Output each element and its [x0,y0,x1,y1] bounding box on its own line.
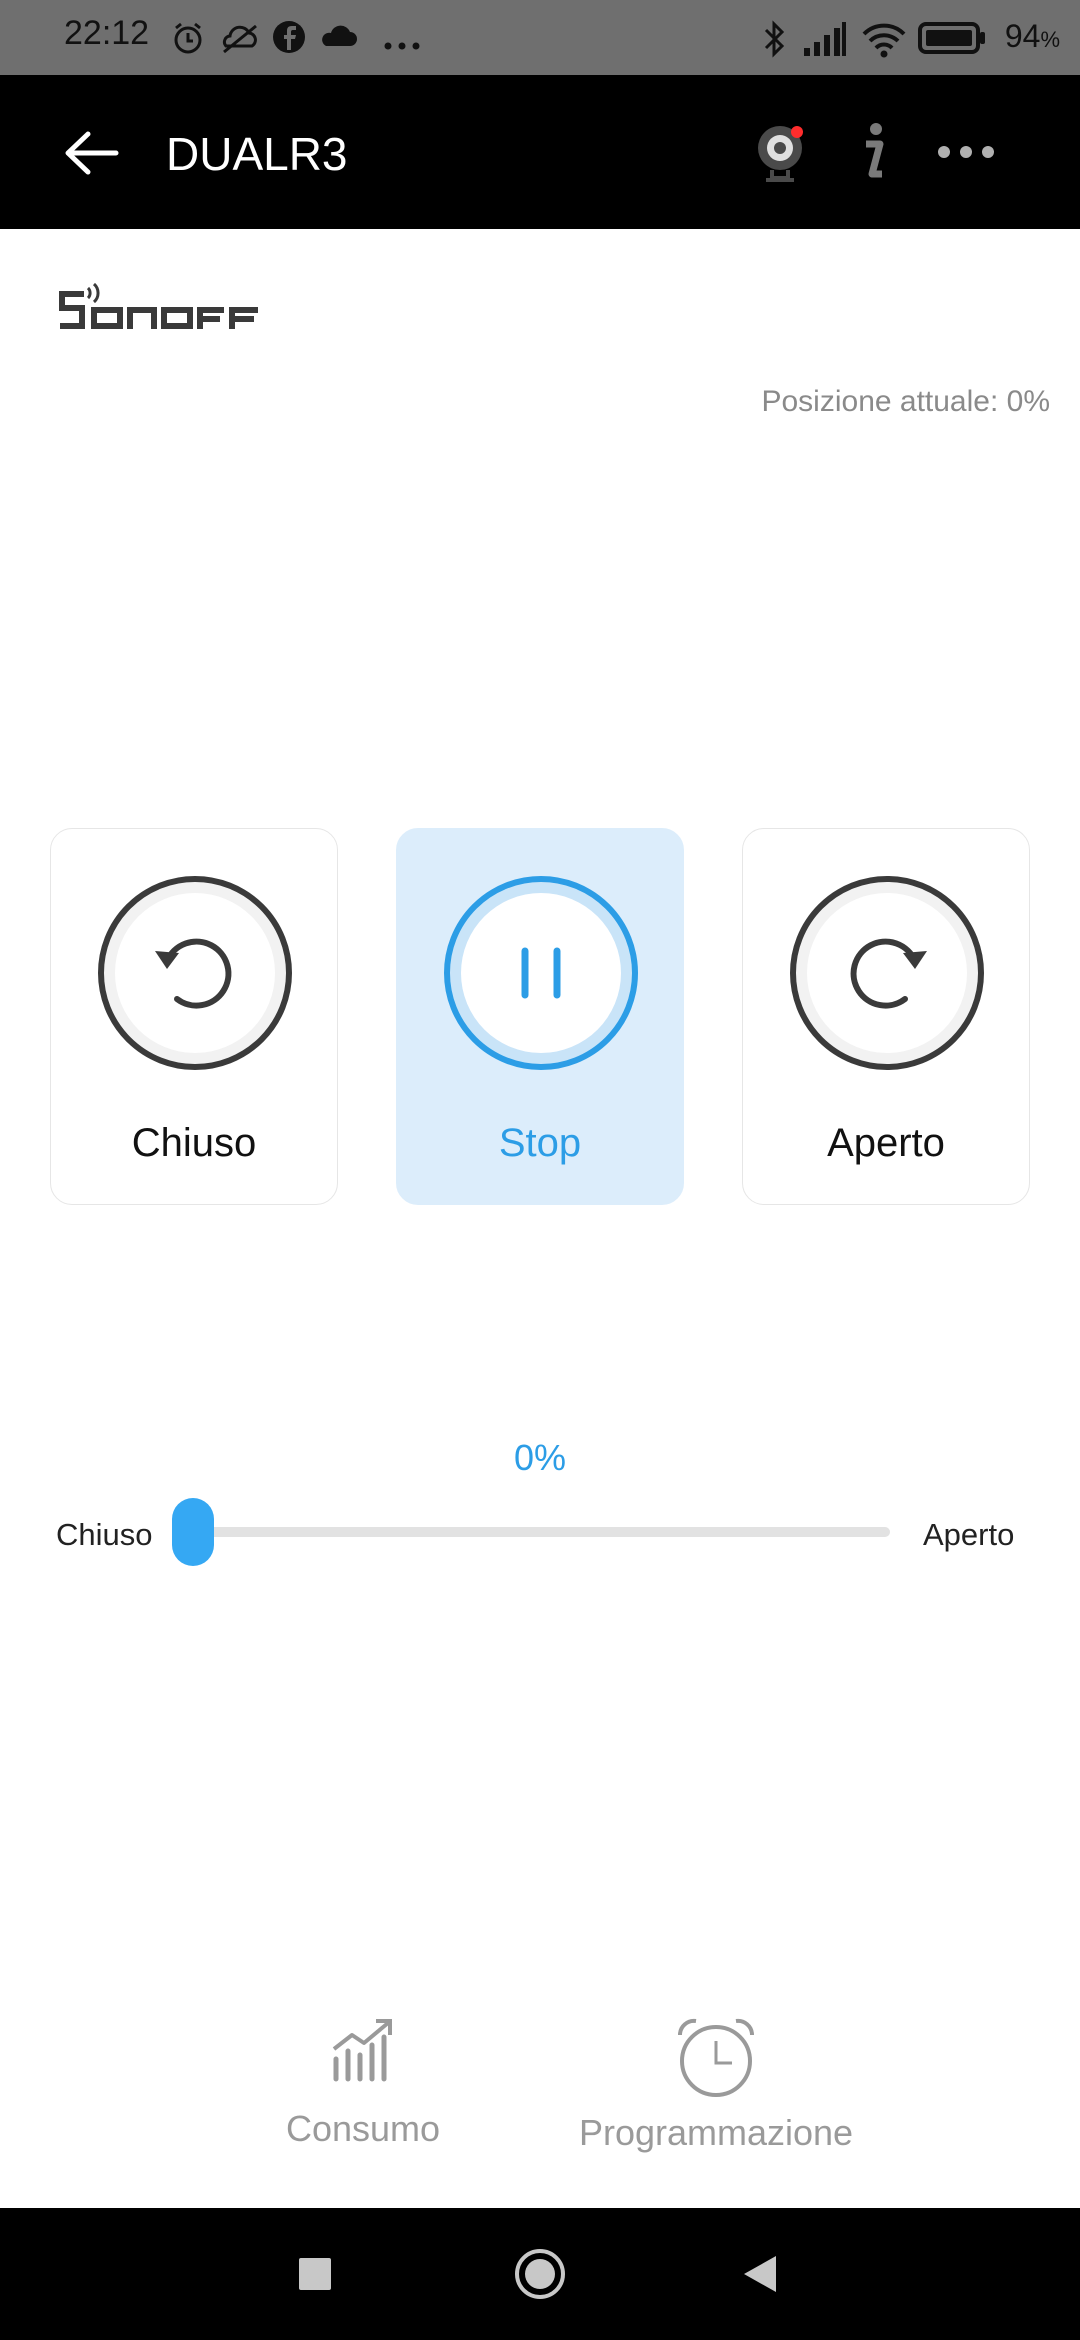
battery-unit: % [1040,27,1060,52]
rotate-ccw-icon [98,876,292,1070]
slider-track[interactable] [190,1527,890,1537]
wifi-icon [862,23,906,58]
slider-value: 0% [513,1437,567,1478]
app-bar [0,75,1080,229]
tab-consumo[interactable]: Consumo [263,2015,463,2150]
page-title: DUALR3 [166,128,348,180]
home-icon[interactable] [514,2248,566,2300]
chart-icon [332,2019,392,2082]
weather-icon [222,24,257,54]
open-label: Aperto [827,1121,945,1165]
rotate-cw-icon [790,876,984,1070]
battery-level: 94% [1005,18,1060,55]
stop-label: Stop [498,1121,582,1165]
slider-max-label: Aperto [923,1517,1015,1552]
navigation-bar [0,2208,1080,2340]
sonoff-logo [59,282,258,329]
pause-icon [444,876,638,1070]
slider-min-label: Chiuso [56,1517,153,1552]
status-bar: 22:12 94% [0,0,1080,75]
signal-icon [804,22,846,56]
current-position: Posizione attuale: 0% [761,385,1050,418]
tab-programmazione-label: Programmazione [578,2112,854,2153]
back-icon[interactable] [742,2254,778,2294]
close-button[interactable]: Chiuso [50,828,338,1205]
more-icon[interactable] [936,140,996,164]
alarm-icon [174,22,202,54]
open-button[interactable]: Aperto [742,828,1030,1205]
battery-value: 94 [1004,18,1041,54]
cloud-icon [322,25,357,46]
tab-programmazione[interactable]: Programmazione [566,2015,866,2154]
slider-thumb[interactable] [172,1498,214,1566]
alarm-clock-icon [677,2018,755,2097]
back-arrow-icon[interactable] [62,128,120,178]
facebook-icon [273,21,305,53]
more-dots-icon [384,42,420,50]
battery-icon [918,22,985,54]
status-time: 22:12 [64,14,150,52]
bluetooth-icon [764,20,785,58]
tab-consumo-label: Consumo [285,2108,441,2149]
close-label: Chiuso [131,1121,257,1165]
camera-icon[interactable] [752,120,814,184]
stop-button[interactable]: Stop [396,828,684,1205]
info-icon[interactable] [854,120,890,184]
recents-icon[interactable] [299,2258,331,2290]
camera-badge [791,126,803,138]
